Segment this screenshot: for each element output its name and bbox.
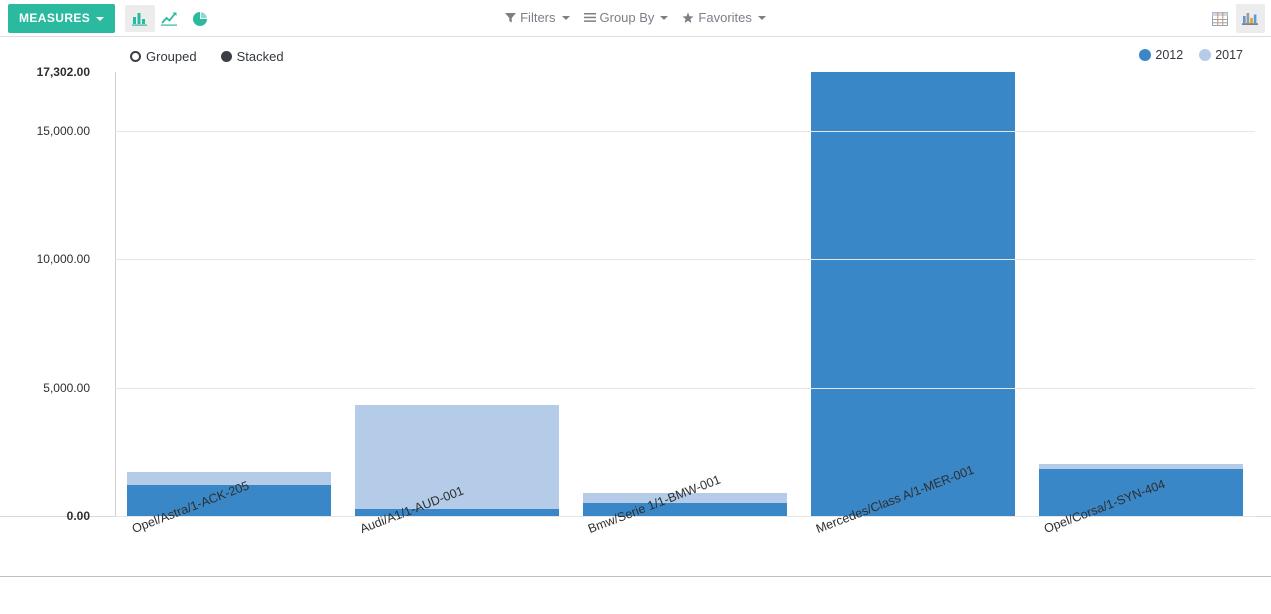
chevron-down-icon xyxy=(757,15,766,20)
grouped-label: Grouped xyxy=(146,49,197,64)
legend-item[interactable]: 2012 xyxy=(1139,48,1183,62)
legend-label: 2012 xyxy=(1155,48,1184,62)
view-switcher xyxy=(1205,4,1265,33)
search-dropdown-menus: Filters Group By Favorites xyxy=(0,10,1271,25)
control-panel: MEASURES Filters Group By Favorites xyxy=(0,0,1271,37)
legend-label: 2017 xyxy=(1215,48,1243,62)
graph-view-icon xyxy=(1241,13,1258,25)
y-axis-tick-label: 10,000.00 xyxy=(36,252,90,267)
group-by-menu[interactable]: Group By xyxy=(583,10,669,25)
star-icon xyxy=(682,12,694,24)
filter-icon xyxy=(505,12,517,23)
gridline xyxy=(115,131,1255,133)
stacked-label: Stacked xyxy=(236,49,284,64)
grouped-radio-dot xyxy=(130,51,141,62)
plot-area: 17,302.00 15,000.00 10,000.00 5,000.00 0.00 xyxy=(37,65,1255,523)
legend-swatch-icon xyxy=(1139,49,1152,61)
favorites-label: Favorites xyxy=(698,10,752,25)
filters-label: Filters xyxy=(520,10,556,25)
graph-renderer: Grouped Stacked 2012 2017 17,302.00 15,000… xyxy=(0,37,1271,577)
bars-container xyxy=(115,72,1255,516)
y-axis-tick-label: 5,000.00 xyxy=(43,380,90,395)
stacked-radio[interactable]: Stacked xyxy=(220,49,284,64)
gridline xyxy=(115,259,1255,261)
y-axis-tick-label: 17,302.00 xyxy=(36,65,90,79)
chart-legend: 2012 2017 xyxy=(1139,48,1243,62)
y-axis-tick-label: 0.00 xyxy=(66,509,90,523)
grouped-radio[interactable]: Grouped xyxy=(130,49,197,64)
chevron-down-icon xyxy=(660,15,669,20)
group-by-label: Group By xyxy=(599,10,655,25)
y-axis-tick-label: 15,000.00 xyxy=(36,124,90,139)
bar-group[interactable] xyxy=(811,72,1015,516)
legend-item[interactable]: 2017 xyxy=(1199,48,1243,62)
graph-view-icon-button[interactable] xyxy=(1236,4,1265,33)
list-lines-icon xyxy=(583,12,596,23)
list-view-icon xyxy=(1211,11,1228,26)
stacked-radio-dot xyxy=(220,51,232,62)
list-view-icon-button[interactable] xyxy=(1205,4,1234,33)
legend-swatch-icon xyxy=(1199,49,1212,61)
stack-mode-toggle: Grouped Stacked xyxy=(130,49,284,64)
bar-segment[interactable] xyxy=(127,471,331,485)
favorites-menu[interactable]: Favorites xyxy=(682,10,766,25)
gridline xyxy=(115,387,1255,389)
filters-menu[interactable]: Filters xyxy=(505,10,570,25)
x-axis-labels: Opel/Astra/1-ACK-205 Audi/A1/1-AUD-001 Bmw… xyxy=(115,463,1255,614)
bar-segment[interactable] xyxy=(811,72,1015,516)
chevron-down-icon xyxy=(561,15,570,20)
